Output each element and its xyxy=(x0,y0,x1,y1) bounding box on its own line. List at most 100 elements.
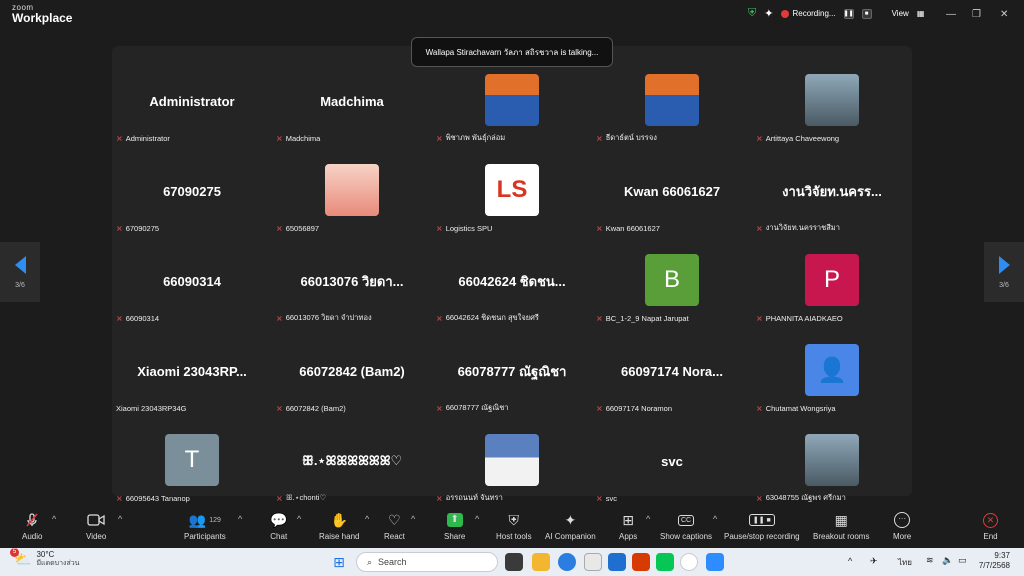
participants-caret-icon[interactable]: ^ xyxy=(238,514,242,524)
taskbar-search[interactable]: ⌕ Search xyxy=(356,552,498,572)
clock[interactable]: 9:37 7/7/2568 xyxy=(976,551,1010,571)
react-caret-icon[interactable]: ^ xyxy=(411,514,415,524)
language-indicator[interactable]: ไทย xyxy=(898,556,912,569)
audio-caret-icon[interactable]: ^ xyxy=(52,514,56,524)
office-icon[interactable] xyxy=(632,553,650,571)
participant-tile[interactable]: LS ⨯ Logistics SPU xyxy=(432,146,592,236)
participant-tile[interactable]: 66097174 Nora... ⨯ 66097174 Noramon xyxy=(592,326,752,416)
participant-tile[interactable]: ⨯ 63048755 ณัฐพร ศรีกมา xyxy=(752,416,912,506)
end-button[interactable]: ✕ End xyxy=(983,511,998,541)
close-icon[interactable]: ✕ xyxy=(1000,9,1008,20)
page-indicator-left: 3/6 xyxy=(15,281,25,289)
apps-label: Apps xyxy=(619,532,638,541)
recording-indicator[interactable]: Recording... xyxy=(781,9,836,18)
raise-hand-button[interactable]: ✋ Raise hand xyxy=(319,511,359,542)
start-icon[interactable]: ⊞ xyxy=(330,553,348,571)
participant-name: svc xyxy=(605,493,617,503)
camera-icon xyxy=(87,511,105,529)
gallery-stage: Administrator ⨯ Administrator Madchima ⨯ Madc… xyxy=(112,46,912,503)
end-icon: ✕ xyxy=(983,511,998,529)
react-button[interactable]: ♡ React xyxy=(384,511,405,542)
edge-icon[interactable] xyxy=(558,553,576,571)
tray-chevron-icon[interactable]: ^ xyxy=(848,556,852,566)
participant-display-name: Madchima xyxy=(320,93,384,109)
participant-name: 66013076 วิยดา จำปาทอง xyxy=(285,313,372,322)
mic-muted-icon: ⨯ xyxy=(276,403,283,413)
tray-app-icon[interactable]: ✈ xyxy=(870,556,878,567)
chat-button[interactable]: 💬 Chat xyxy=(270,511,287,542)
participant-tile[interactable]: svc ⨯ svc xyxy=(592,416,752,506)
participant-tile[interactable]: 66072842 (Bam2) ⨯ 66072842 (Bam2) xyxy=(272,326,432,416)
wifi-icon[interactable]: ≋ xyxy=(926,555,934,566)
participant-tile[interactable]: 66078777 ณัฐณิชา ⨯ 66078777 ณัฐณิชา xyxy=(432,326,592,416)
participant-tile[interactable]: Xiaomi 23043RP... Xiaomi 23043RP34G xyxy=(112,326,272,416)
pause-recording-icon[interactable]: ❚❚ xyxy=(844,8,854,19)
chat-caret-icon[interactable]: ^ xyxy=(297,514,301,524)
participant-tile[interactable]: P ⨯ PHANNITA AIADKAEO xyxy=(752,236,912,326)
show-captions-label: Show captions xyxy=(660,532,713,541)
record-icon xyxy=(781,9,790,18)
participant-tile[interactable]: ⨯ Artittaya Chaveewong xyxy=(752,56,912,146)
battery-icon[interactable]: ▭ xyxy=(958,555,967,566)
video-button[interactable]: Video xyxy=(86,511,106,541)
video-caret-icon[interactable]: ^ xyxy=(118,514,122,524)
ai-companion-button[interactable]: ✦ AI Companion xyxy=(545,511,596,542)
mic-muted-icon: ⨯ xyxy=(116,133,123,143)
more-button[interactable]: ··· More xyxy=(893,511,911,541)
breakout-rooms-button[interactable]: ▦ Breakout rooms xyxy=(813,511,870,542)
participant-display-name: 66013076 วิยดา... xyxy=(300,273,404,289)
breakout-rooms-label: Breakout rooms xyxy=(813,532,870,541)
participant-tile[interactable]: B ⨯ BC_1-2_9 Napat Jarupat xyxy=(592,236,752,326)
participant-tile[interactable]: 67090275 ⨯ 67090275 xyxy=(112,146,272,236)
participant-tile[interactable]: งานวิจัยท.นครร... ⨯ งานวิจัยท.นครราชสีมา xyxy=(752,146,912,236)
raise-hand-caret-icon[interactable]: ^ xyxy=(365,514,369,524)
next-page-button[interactable]: 3/6 xyxy=(984,242,1024,302)
task-view-icon[interactable] xyxy=(505,553,523,571)
participant-tile[interactable]: ꕥ.⋆ꕤꕤꕤꕤꕤꕤ♡ ⨯ ꕥ.⋆chonti♡ xyxy=(272,416,432,506)
file-explorer-icon[interactable] xyxy=(532,553,550,571)
participant-tile[interactable]: 66042624 ชิดชน... ⨯ 66042624 ชิดชนก สุขใจย… xyxy=(432,236,592,326)
zoom-taskbar-icon[interactable] xyxy=(706,553,724,571)
stop-recording-icon[interactable]: ■ xyxy=(861,8,872,19)
participant-tile[interactable]: 👤 ⨯ Chutamat Wongsriya xyxy=(752,326,912,416)
participants-button[interactable]: 👥 129 Participants xyxy=(184,511,226,542)
share-caret-icon[interactable]: ^ xyxy=(475,514,479,524)
participant-tile[interactable]: ⨯ พิชาภพ พันธุ์กล่อม xyxy=(432,56,592,146)
line-icon[interactable] xyxy=(656,553,674,571)
mic-muted-icon: ⨯ xyxy=(756,223,763,233)
apps-caret-icon[interactable]: ^ xyxy=(646,514,650,524)
apps-button[interactable]: ⊞ Apps xyxy=(619,511,638,542)
mic-muted-icon xyxy=(24,511,40,529)
audio-button[interactable]: Audio xyxy=(22,511,42,541)
participant-tile[interactable]: ⨯ ธีดาธ์ตน์ บรรจง xyxy=(592,56,752,146)
host-tools-button[interactable]: ⛨ Host tools xyxy=(496,511,532,542)
participant-tile[interactable]: ⨯ อรรถนนท์ จันทรา xyxy=(432,416,592,506)
participant-name: Madchima xyxy=(285,133,321,143)
participant-name-label: ⨯ BC_1-2_9 Napat Jarupat xyxy=(596,312,689,324)
outlook-icon[interactable] xyxy=(608,553,626,571)
participant-name-label: ⨯ 66097174 Noramon xyxy=(596,402,672,414)
sparkle-icon[interactable]: ✦ xyxy=(764,7,773,20)
pause-recording-button[interactable]: ❚❚ ■ Pause/stop recording xyxy=(724,511,800,541)
speaker-icon[interactable]: 🔈 xyxy=(942,555,953,566)
participant-tile[interactable]: Administrator ⨯ Administrator xyxy=(112,56,272,146)
view-grid-icon[interactable]: ▦ xyxy=(917,9,925,18)
participant-tile[interactable]: ⨯ 65056897 xyxy=(272,146,432,236)
participant-tile[interactable]: T ⨯ 66095643 Tananop xyxy=(112,416,272,506)
captions-caret-icon[interactable]: ^ xyxy=(713,514,717,524)
restore-icon[interactable]: ❐ xyxy=(972,9,981,20)
participant-tile[interactable]: Madchima ⨯ Madchima xyxy=(272,56,432,146)
prev-page-button[interactable]: 3/6 xyxy=(0,242,40,302)
chrome-icon[interactable] xyxy=(680,553,698,571)
participant-tile[interactable]: 66013076 วิยดา... ⨯ 66013076 วิยดา จำปาทอง xyxy=(272,236,432,326)
participant-tile[interactable]: Kwan 66061627 ⨯ Kwan 66061627 xyxy=(592,146,752,236)
participant-tile[interactable]: 66090314 ⨯ 66090314 xyxy=(112,236,272,326)
weather-widget[interactable]: ⛅ 5 30°C มีแดดบางส่วน xyxy=(10,548,79,568)
participant-display-name: 66090314 xyxy=(163,273,221,289)
minimize-icon[interactable]: — xyxy=(946,9,956,20)
shield-icon[interactable]: ⛨ xyxy=(748,7,756,20)
show-captions-button[interactable]: CC Show captions xyxy=(660,511,712,541)
share-button[interactable]: ⬆ Share xyxy=(444,511,465,541)
store-icon[interactable] xyxy=(584,553,602,571)
view-button[interactable]: View xyxy=(892,9,909,18)
